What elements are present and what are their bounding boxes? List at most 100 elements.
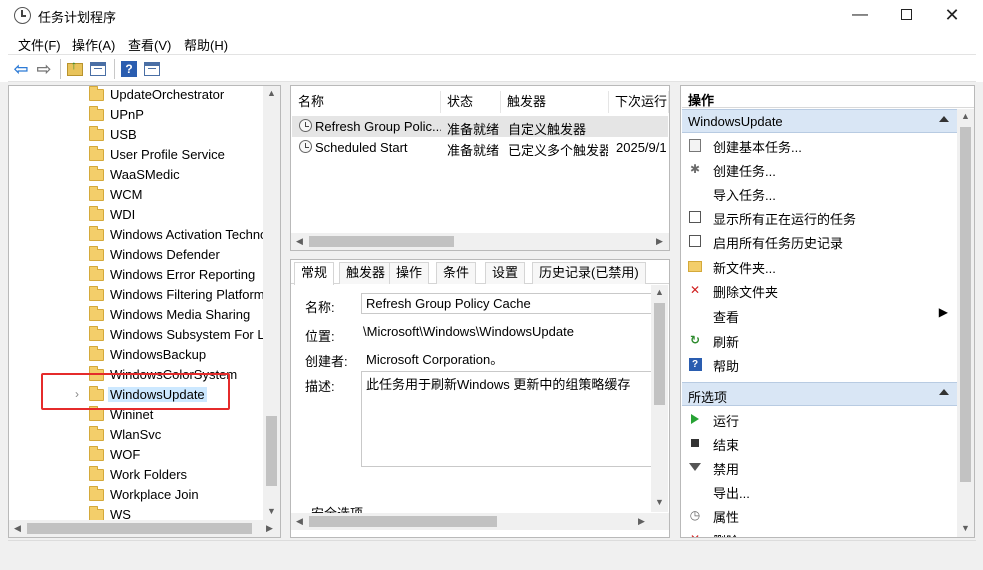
tab-settings[interactable]: 设置 bbox=[485, 262, 526, 284]
folder-up-icon bbox=[67, 58, 83, 76]
toolbar-separator bbox=[114, 59, 115, 79]
action-label: 结束 bbox=[713, 438, 740, 453]
scroll-left-icon[interactable]: ◀ bbox=[291, 516, 308, 527]
action-label: 导出... bbox=[713, 486, 750, 501]
task-scheduler-clock-icon bbox=[14, 7, 31, 24]
folder-icon bbox=[89, 286, 104, 301]
back-button[interactable]: ⇦ bbox=[11, 59, 31, 79]
task-list-horizontal-scrollbar[interactable]: ◀ ▶ bbox=[291, 233, 669, 250]
tab-general[interactable]: 常规 bbox=[294, 262, 335, 285]
tab-history[interactable]: 历史记录(已禁用) bbox=[532, 262, 646, 284]
scrollbar-thumb[interactable] bbox=[266, 416, 277, 486]
action-disable[interactable]: 禁用 bbox=[682, 455, 954, 479]
task-name-field[interactable]: Refresh Group Policy Cache bbox=[361, 293, 653, 314]
tree-item[interactable]: Windows Media Sharing bbox=[9, 306, 267, 326]
maximize-button[interactable] bbox=[883, 0, 929, 32]
column-header-next-run[interactable]: 下次运行时 bbox=[609, 91, 669, 113]
tree-item[interactable]: UPnP bbox=[9, 106, 267, 126]
tree-item[interactable]: Work Folders bbox=[9, 466, 267, 486]
scrollbar-thumb[interactable] bbox=[309, 516, 497, 527]
detail-vertical-scrollbar[interactable]: ▲ ▼ bbox=[651, 285, 668, 512]
tree-item[interactable]: WOF bbox=[9, 446, 267, 466]
detail-horizontal-scrollbar[interactable]: ◀ ▶ bbox=[291, 513, 669, 530]
tree-item[interactable]: Windows Defender bbox=[9, 246, 267, 266]
scroll-right-icon[interactable]: ▶ bbox=[651, 236, 668, 247]
action-end[interactable]: 结束 bbox=[682, 431, 954, 455]
folder-icon bbox=[89, 486, 104, 501]
tree-item[interactable]: User Profile Service bbox=[9, 146, 267, 166]
column-header-trigger[interactable]: 触发器 bbox=[501, 91, 609, 113]
scrollbar-thumb[interactable] bbox=[27, 523, 252, 534]
menu-action[interactable]: 操作(A) bbox=[72, 35, 115, 54]
action-delete-folder[interactable]: ✕ 删除文件夹 bbox=[682, 278, 954, 302]
scroll-left-icon[interactable]: ◀ bbox=[9, 523, 26, 534]
scroll-up-icon[interactable]: ▲ bbox=[263, 88, 280, 98]
tree-item[interactable]: Windows Filtering Platform bbox=[9, 286, 267, 306]
action-export[interactable]: 导出... bbox=[682, 479, 954, 503]
scrollbar-thumb[interactable] bbox=[309, 236, 454, 247]
scroll-up-icon[interactable]: ▲ bbox=[957, 111, 974, 121]
minimize-button[interactable]: — bbox=[837, 0, 883, 32]
action-create-basic-task[interactable]: 创建基本任务... bbox=[682, 133, 954, 157]
scroll-down-icon[interactable]: ▼ bbox=[263, 506, 280, 516]
action-import-task[interactable]: 导入任务... bbox=[682, 181, 954, 205]
action-help[interactable]: ? 帮助 bbox=[682, 352, 954, 376]
section-header-selected-item[interactable]: 所选项 bbox=[682, 382, 957, 406]
task-row[interactable]: Refresh Group Polic... 准备就绪 自定义触发器 bbox=[292, 116, 668, 137]
tree-item[interactable]: USB bbox=[9, 126, 267, 146]
tree-item-label: Windows Error Reporting bbox=[110, 267, 256, 282]
show-hide-console-tree-button[interactable] bbox=[88, 59, 108, 79]
scroll-right-icon[interactable]: ▶ bbox=[633, 516, 650, 527]
scroll-left-icon[interactable]: ◀ bbox=[291, 236, 308, 247]
action-new-folder[interactable]: 新文件夹... bbox=[682, 254, 954, 278]
tab-actions[interactable]: 操作 bbox=[389, 262, 430, 284]
scroll-up-icon[interactable]: ▲ bbox=[651, 287, 668, 297]
action-view[interactable]: 查看 ▶ bbox=[682, 303, 954, 327]
column-header-status[interactable]: 状态 bbox=[441, 91, 501, 113]
menu-view[interactable]: 查看(V) bbox=[128, 35, 171, 54]
tree-item[interactable]: Workplace Join bbox=[9, 486, 267, 506]
window-title: 任务计划程序 bbox=[38, 10, 117, 25]
scrollbar-thumb[interactable] bbox=[960, 127, 971, 482]
scrollbar-thumb[interactable] bbox=[654, 303, 665, 405]
column-header-name[interactable]: 名称 bbox=[292, 91, 441, 113]
scroll-down-icon[interactable]: ▼ bbox=[651, 497, 668, 507]
action-properties[interactable]: ◷ 属性 bbox=[682, 503, 954, 527]
menu-file[interactable]: 文件(F) bbox=[18, 35, 61, 54]
scroll-down-icon[interactable]: ▼ bbox=[957, 523, 974, 533]
forward-button[interactable]: ⇨ bbox=[34, 59, 54, 79]
help-button[interactable]: ? bbox=[119, 59, 139, 79]
task-description-field[interactable]: 此任务用于刷新Windows 更新中的组策略缓存 bbox=[361, 371, 653, 467]
tree-item[interactable]: WCM bbox=[9, 186, 267, 206]
scroll-right-icon[interactable]: ▶ bbox=[261, 523, 278, 534]
tree-item[interactable]: Windows Activation Techno bbox=[9, 226, 267, 246]
task-row[interactable]: Scheduled Start 准备就绪 已定义多个触发器 2025/9/1 bbox=[292, 137, 668, 158]
task-name: Refresh Group Polic... bbox=[315, 119, 441, 134]
action-enable-history[interactable]: 启用所有任务历史记录 bbox=[682, 229, 954, 253]
tree-item[interactable]: WaaSMedic bbox=[9, 166, 267, 186]
tree-item[interactable]: Windows Subsystem For Lin bbox=[9, 326, 275, 346]
tab-triggers[interactable]: 触发器 bbox=[339, 262, 393, 284]
task-status: 准备就绪 bbox=[447, 122, 500, 137]
action-refresh[interactable]: ↻ 刷新 bbox=[682, 328, 954, 352]
tree-item[interactable]: WindowsBackup bbox=[9, 346, 267, 366]
action-display-running-tasks[interactable]: 显示所有正在运行的任务 bbox=[682, 205, 954, 229]
tab-conditions[interactable]: 条件 bbox=[436, 262, 477, 284]
tree-horizontal-scrollbar[interactable]: ◀ ▶ bbox=[9, 520, 280, 537]
action-create-task[interactable]: ✱ 创建任务... bbox=[682, 157, 954, 181]
tree-item[interactable]: UpdateOrchestrator bbox=[9, 86, 267, 106]
action-delete[interactable]: ✕ 删除 bbox=[682, 527, 954, 537]
section-header-label: WindowsUpdate bbox=[688, 114, 783, 129]
close-button[interactable]: ✕ bbox=[929, 0, 975, 32]
refresh-icon: ↻ bbox=[689, 333, 701, 347]
tree-item[interactable]: WDI bbox=[9, 206, 267, 226]
tree-item[interactable]: WlanSvc bbox=[9, 426, 267, 446]
action-run[interactable]: 运行 bbox=[682, 407, 954, 431]
menu-help[interactable]: 帮助(H) bbox=[184, 35, 228, 54]
section-header-windowsupdate[interactable]: WindowsUpdate bbox=[682, 109, 957, 133]
tree-item[interactable]: Windows Error Reporting bbox=[9, 266, 267, 286]
show-action-pane-button[interactable] bbox=[142, 59, 162, 79]
tree-vertical-scrollbar[interactable]: ▲ ▼ bbox=[263, 86, 280, 520]
actions-vertical-scrollbar[interactable]: ▲ ▼ bbox=[957, 109, 974, 537]
up-folder-button[interactable] bbox=[65, 58, 85, 79]
